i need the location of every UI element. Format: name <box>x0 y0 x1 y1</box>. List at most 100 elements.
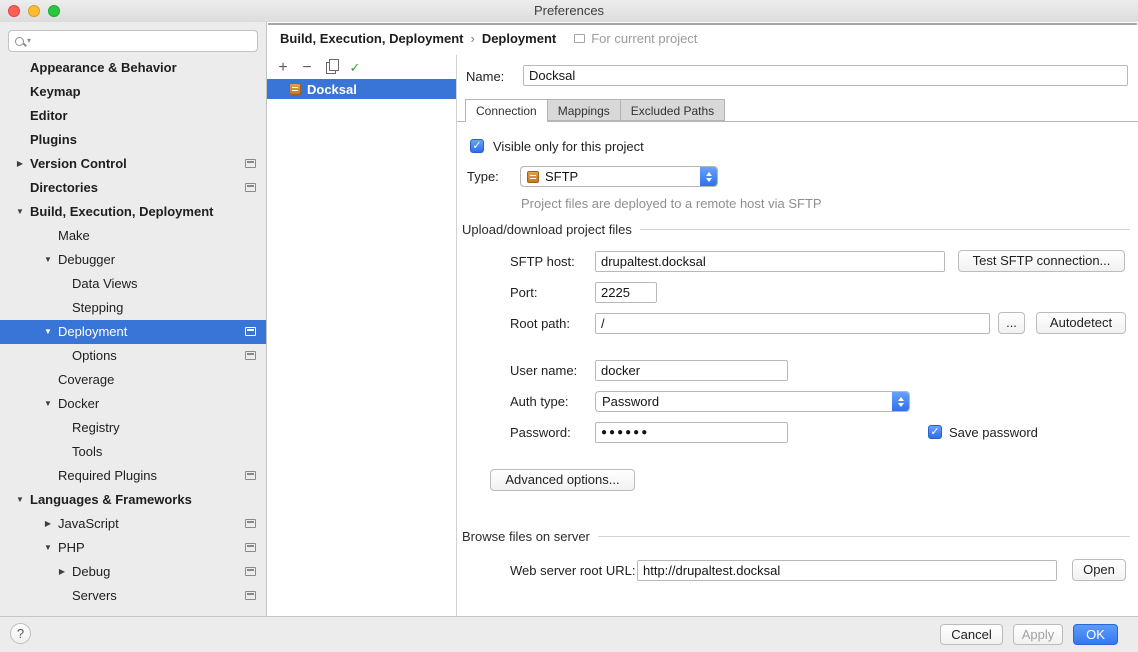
root-path-label: Root path: <box>510 313 570 334</box>
chevron-right-icon[interactable] <box>56 560 68 584</box>
type-value: SFTP <box>545 169 694 184</box>
project-scope-icon <box>245 519 256 528</box>
deployment-form: Name: Docksal Connection Mappings Exclud… <box>457 55 1138 617</box>
preferences-window: Preferences ▾ Appearance & Behavior Keym… <box>0 0 1138 652</box>
sidebar-item-plugins[interactable]: Plugins <box>0 128 266 152</box>
sidebar-item-editor[interactable]: Editor <box>0 104 266 128</box>
sidebar-item-data-views[interactable]: Data Views <box>0 272 266 296</box>
search-icon <box>15 37 24 46</box>
window-title: Preferences <box>0 0 1138 22</box>
auth-type-select[interactable]: Password <box>595 391 910 412</box>
sftp-type-icon <box>527 171 539 183</box>
chevron-down-icon[interactable] <box>14 488 26 512</box>
project-scope-icon <box>245 567 256 576</box>
tab-mappings[interactable]: Mappings <box>547 99 621 121</box>
port-label: Port: <box>510 282 537 303</box>
sidebar-item-tools[interactable]: Tools <box>0 440 266 464</box>
sidebar-item-registry[interactable]: Registry <box>0 416 266 440</box>
visible-only-checkbox[interactable] <box>470 139 484 153</box>
name-label: Name: <box>466 66 504 87</box>
sidebar-item-docker[interactable]: Docker <box>0 392 266 416</box>
server-toolbar: + − ✓ <box>271 57 367 79</box>
name-field[interactable]: Docksal <box>523 65 1128 86</box>
sftp-host-field[interactable]: drupaltest.docksal <box>595 251 945 272</box>
password-field[interactable]: ●●●●●● <box>595 422 788 443</box>
browse-root-path-button[interactable]: ... <box>998 312 1025 334</box>
sidebar-item-deployment[interactable]: Deployment <box>0 320 266 344</box>
dropdown-stepper-icon[interactable] <box>892 392 909 411</box>
web-root-field[interactable]: http://drupaltest.docksal <box>637 560 1057 581</box>
sidebar-item-coverage[interactable]: Coverage <box>0 368 266 392</box>
tab-excluded-paths[interactable]: Excluded Paths <box>620 99 725 121</box>
autodetect-button[interactable]: Autodetect <box>1036 312 1126 334</box>
remove-icon: − <box>302 59 311 77</box>
test-sftp-connection-button[interactable]: Test SFTP connection... <box>958 250 1125 272</box>
chevron-down-icon[interactable] <box>14 200 26 224</box>
sidebar-item-required-plugins[interactable]: Required Plugins <box>0 464 266 488</box>
project-scope-icon <box>245 351 256 360</box>
project-scope-icon <box>245 471 256 480</box>
remove-server-button[interactable]: − <box>295 58 319 78</box>
chevron-right-icon[interactable] <box>14 152 26 176</box>
type-select[interactable]: SFTP <box>520 166 718 187</box>
sidebar-item-servers[interactable]: Servers <box>0 584 266 608</box>
sidebar-item-stepping[interactable]: Stepping <box>0 296 266 320</box>
user-name-field[interactable]: docker <box>595 360 788 381</box>
help-button[interactable]: ? <box>10 623 31 644</box>
footer-bar: ? Cancel Apply OK <box>0 616 1138 652</box>
apply-button[interactable]: Apply <box>1013 624 1063 645</box>
sidebar-item-make[interactable]: Make <box>0 224 266 248</box>
add-icon: + <box>278 59 287 77</box>
chevron-down-icon[interactable] <box>42 392 54 416</box>
sidebar-item-javascript[interactable]: JavaScript <box>0 512 266 536</box>
dropdown-stepper-icon[interactable] <box>700 167 717 186</box>
chevron-down-icon: ▾ <box>27 36 31 46</box>
sidebar-item-php[interactable]: PHP <box>0 536 266 560</box>
server-name: Docksal <box>307 82 357 97</box>
advanced-options-button[interactable]: Advanced options... <box>490 469 635 491</box>
add-server-button[interactable]: + <box>271 58 295 78</box>
settings-sidebar: ▾ Appearance & Behavior Keymap Editor Pl… <box>0 22 267 617</box>
server-list-panel: + − ✓ Docksal <box>267 55 457 617</box>
tab-connection[interactable]: Connection <box>465 99 548 121</box>
sidebar-item-appearance-behavior[interactable]: Appearance & Behavior <box>0 56 266 80</box>
breadcrumb-section[interactable]: Build, Execution, Deployment <box>280 31 463 46</box>
sidebar-item-debugger[interactable]: Debugger <box>0 248 266 272</box>
upload-section-header: Upload/download project files <box>462 222 1130 237</box>
use-as-default-icon: ✓ <box>350 60 361 76</box>
root-path-field[interactable]: / <box>595 313 990 334</box>
type-label: Type: <box>467 166 499 187</box>
project-scope-icon <box>245 543 256 552</box>
sidebar-item-directories[interactable]: Directories <box>0 176 266 200</box>
title-bar: Preferences <box>0 0 1138 23</box>
save-password-checkbox[interactable] <box>928 425 942 439</box>
auth-type-label: Auth type: <box>510 391 569 412</box>
copy-server-button[interactable] <box>319 58 343 78</box>
chevron-right-icon[interactable] <box>42 512 54 536</box>
chevron-down-icon[interactable] <box>42 536 54 560</box>
auth-type-value: Password <box>602 394 886 409</box>
chevron-down-icon[interactable] <box>42 248 54 272</box>
sidebar-item-languages-frameworks[interactable]: Languages & Frameworks <box>0 488 266 512</box>
search-box[interactable]: ▾ <box>8 30 258 52</box>
tab-bar: Connection Mappings Excluded Paths <box>465 99 724 122</box>
project-scope-icon <box>245 183 256 192</box>
use-as-default-button[interactable]: ✓ <box>343 58 367 78</box>
ok-button[interactable]: OK <box>1073 624 1118 645</box>
sidebar-item-keymap[interactable]: Keymap <box>0 80 266 104</box>
server-list-item[interactable]: Docksal <box>267 79 456 99</box>
port-field[interactable]: 2225 <box>595 282 657 303</box>
breadcrumb: Build, Execution, Deployment Deployment … <box>267 22 1138 55</box>
cancel-button[interactable]: Cancel <box>940 624 1003 645</box>
search-input[interactable] <box>34 33 251 49</box>
copy-icon <box>326 62 336 74</box>
visible-only-label: Visible only for this project <box>493 136 644 157</box>
sidebar-item-debug[interactable]: Debug <box>0 560 266 584</box>
project-scope-icon <box>245 159 256 168</box>
sidebar-item-build-execution-deployment[interactable]: Build, Execution, Deployment <box>0 200 266 224</box>
project-scope-icon <box>574 34 585 43</box>
sidebar-item-version-control[interactable]: Version Control <box>0 152 266 176</box>
sidebar-item-options[interactable]: Options <box>0 344 266 368</box>
open-button[interactable]: Open <box>1072 559 1126 581</box>
chevron-down-icon[interactable] <box>42 320 54 344</box>
